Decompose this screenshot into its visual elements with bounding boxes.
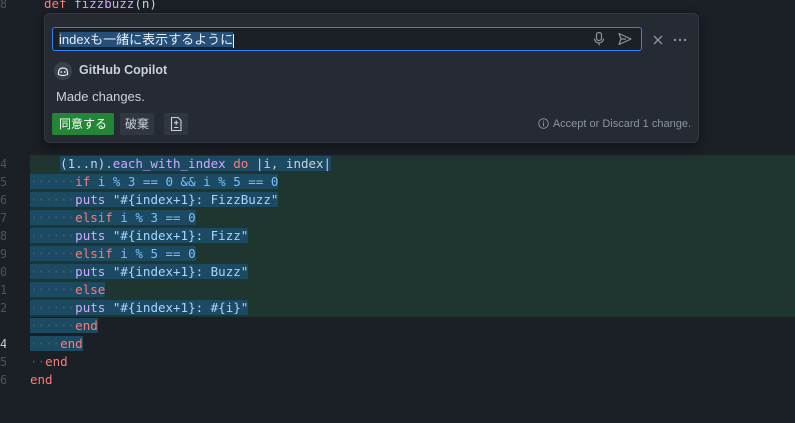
- keyword: elsif: [75, 210, 113, 225]
- code-line: ··end: [30, 354, 68, 369]
- microphone-icon[interactable]: [591, 31, 607, 47]
- chat-input[interactable]: indexも一緒に表示するように: [52, 27, 642, 51]
- status-label: Accept or Discard 1 change.: [552, 118, 691, 130]
- line-number: 8: [0, 0, 6, 11]
- keyword: end: [30, 372, 53, 387]
- code-line: ····end: [30, 336, 83, 351]
- method-name: each_with_index: [112, 156, 226, 171]
- function-args: (n): [134, 0, 157, 11]
- keyword: do: [233, 156, 249, 171]
- status-text: Accept or Discard 1 change.: [538, 118, 691, 130]
- close-icon[interactable]: [650, 32, 666, 48]
- method-name: puts: [75, 300, 106, 315]
- expression: i % 3 == 0 && i % 5 == 0: [97, 174, 279, 189]
- line-number: 6: [0, 373, 6, 387]
- line-number: 1: [0, 283, 6, 297]
- line-number: 4: [0, 337, 6, 351]
- line-number: 9: [0, 247, 6, 261]
- code-line: ······puts "#{index+1}: Buzz": [30, 263, 795, 281]
- line-number: 5: [0, 355, 6, 369]
- string-literal: "#{index+1}: #{i}": [112, 300, 249, 315]
- more-icon[interactable]: [672, 32, 688, 48]
- string-literal: "#{index+1}: Fizz": [112, 228, 249, 243]
- expression: i % 3 == 0: [120, 210, 196, 225]
- keyword: elsif: [75, 246, 113, 261]
- keyword: end: [75, 318, 98, 333]
- code-line: def fizzbuzz(n): [44, 0, 795, 13]
- code-line: ····(1..n).each_with_index do |i, index|: [30, 155, 795, 173]
- keyword: def: [44, 0, 67, 11]
- keyword: if: [75, 174, 91, 189]
- diff-icon: [170, 116, 182, 132]
- string-literal: "#{index+1}: Buzz": [112, 264, 249, 279]
- code-line: ······if i % 3 == 0 && i % 5 == 0: [30, 173, 795, 191]
- line-number: 4: [0, 157, 6, 171]
- send-icon[interactable]: [617, 31, 633, 47]
- discard-button[interactable]: 破棄: [120, 113, 154, 135]
- method-name: puts: [75, 228, 106, 243]
- keyword: else: [75, 282, 106, 297]
- code-line: ······else: [30, 281, 795, 299]
- info-icon: [538, 118, 549, 129]
- code-line: ······puts "#{index+1}: Fizz": [30, 227, 795, 245]
- line-number: 0: [0, 265, 6, 279]
- chat-message: Made changes.: [56, 89, 145, 104]
- expression: i % 5 == 0: [120, 246, 196, 261]
- line-number: 5: [0, 175, 6, 189]
- method-name: puts: [75, 264, 106, 279]
- range-expr: (1..n).: [60, 156, 113, 171]
- keyword: end: [60, 336, 83, 351]
- code-line: ······elsif i % 3 == 0: [30, 209, 795, 227]
- code-line: ······puts "#{index+1}: FizzBuzz": [30, 191, 795, 209]
- code-line: ······puts "#{index+1}: #{i}": [30, 299, 795, 317]
- copilot-icon: [54, 62, 72, 80]
- keyword: end: [45, 354, 68, 369]
- inline-chat-panel: indexも一緒に表示するように GitHub Copilot Made cha…: [44, 13, 699, 143]
- chat-input-text[interactable]: indexも一緒に表示するように: [59, 32, 234, 47]
- line-number: 2: [0, 301, 6, 315]
- line-number: 8: [0, 229, 6, 243]
- code-line: end: [30, 371, 795, 389]
- string-literal: "#{index+1}: FizzBuzz": [112, 192, 279, 207]
- function-name: fizzbuzz: [74, 0, 135, 11]
- line-number: 6: [0, 193, 6, 207]
- method-name: puts: [75, 192, 106, 207]
- block-params: |i, index|: [255, 156, 332, 171]
- code-line: ······end: [30, 318, 98, 333]
- agent-name: GitHub Copilot: [79, 63, 168, 77]
- code-line: ······elsif i % 5 == 0: [30, 245, 795, 263]
- accept-button[interactable]: 同意する: [52, 113, 114, 135]
- line-number: 7: [0, 211, 6, 225]
- diff-button[interactable]: [164, 113, 188, 135]
